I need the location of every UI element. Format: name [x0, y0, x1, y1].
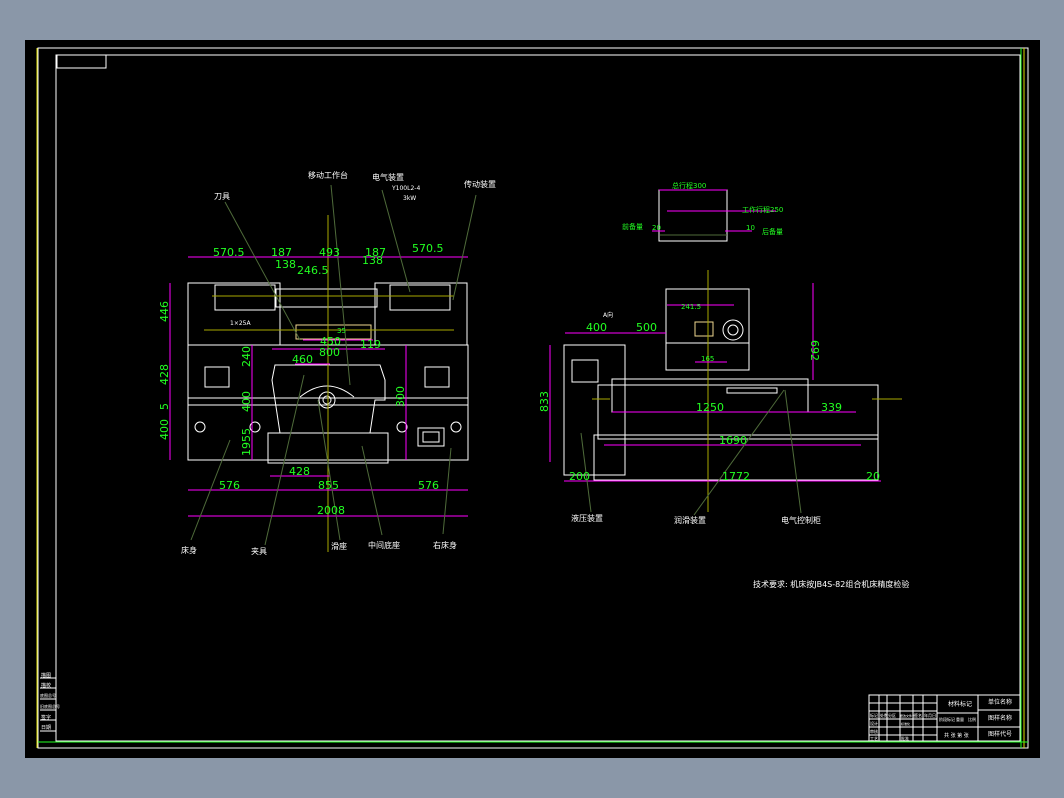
label-work-stroke: 工作行程250	[742, 205, 783, 214]
dim-570-left: 570.5	[213, 246, 245, 259]
label-right-bed: 右床身	[433, 540, 457, 550]
dim-400-inner: 400	[240, 391, 253, 412]
dim-1772: 1772	[722, 470, 750, 483]
strip-cell: 旧底图总号	[40, 703, 60, 709]
tb-review: 审核	[870, 728, 878, 734]
dim-493: 493	[319, 246, 340, 259]
label-total-stroke: 总行程300	[672, 181, 706, 190]
dim-35: 35	[337, 327, 346, 335]
label-moving-table: 移动工作台	[308, 170, 348, 180]
strip-cell: 描图	[41, 672, 51, 679]
dim-119: 119	[360, 338, 381, 351]
dim-240: 240	[240, 346, 253, 367]
tb-header: 签名	[914, 712, 922, 718]
dim-692: 692	[808, 340, 821, 361]
label-drive: 传动装置	[464, 179, 496, 189]
label-bed: 床身	[181, 545, 197, 555]
label-spindle: 滑座	[331, 541, 347, 551]
value-front-reserve: 20	[652, 224, 661, 232]
label-electrical: 电气装置	[372, 172, 404, 182]
dim-460: 460	[292, 353, 313, 366]
label-fixture: 夹具	[251, 546, 267, 556]
code-box	[56, 54, 107, 69]
tb-standard: 标准化	[901, 721, 910, 726]
dim-246: 246.5	[297, 264, 329, 277]
dim-138-left: 138	[275, 258, 296, 271]
tb-header: 更改文件号	[900, 713, 915, 718]
tb-stage-mark: 阶段标记	[939, 716, 955, 722]
strip-cell: 签字	[41, 714, 51, 721]
strip-cell: 底图总号	[40, 692, 56, 698]
tb-process: 工艺	[870, 736, 878, 741]
label-hydraulic: 液压装置	[571, 513, 603, 523]
cad-drawing: 刀具 移动工作台 电气装置 Y100L2-4 3kW 传动装置 1×25A 床身…	[36, 47, 1029, 749]
label-motor-power: 3kW	[403, 195, 416, 202]
tb-approve: 批准	[901, 735, 909, 741]
dim-576-left: 576	[219, 479, 240, 492]
dim-165: 165	[701, 355, 714, 363]
technical-requirement-note: 技术要求: 机床按JB4S-82组合机床精度检验	[753, 579, 909, 589]
tb-company: 单位名称	[988, 698, 1012, 706]
dim-1250: 1250	[696, 401, 724, 414]
label-rear-reserve: 后备量	[762, 227, 783, 236]
strip-cell: 日期	[41, 725, 51, 731]
tb-sheets: 共 张 第 张	[944, 732, 969, 739]
dim-446: 446	[158, 301, 171, 322]
dim-800: 800	[319, 346, 340, 359]
tb-material: 材料标记	[948, 700, 972, 708]
dim-339: 339	[821, 401, 842, 414]
value-rear-reserve: 10	[746, 224, 755, 232]
dim-241: 241.5	[681, 303, 701, 311]
label-tool-spec: 1×25A	[230, 320, 251, 327]
dim-1690: 1690	[719, 434, 747, 447]
dim-576-right: 576	[418, 479, 439, 492]
tb-drawing-no: 图样代号	[988, 730, 1012, 738]
dim-570-right: 570.5	[412, 242, 444, 255]
dim-2008: 2008	[317, 504, 345, 517]
dim-428-h: 428	[289, 465, 310, 478]
outer-frame	[37, 47, 1029, 749]
tb-scale: 比例	[968, 716, 976, 722]
side-view	[549, 189, 902, 516]
strip-cell: 描校	[41, 682, 51, 689]
dim-20: 20	[866, 470, 880, 483]
dim-300: 300	[394, 386, 407, 407]
dim-500-side: 500	[636, 321, 657, 334]
label-cutter: 刀具	[214, 192, 230, 201]
tb-drawing-name: 图样名称	[988, 714, 1012, 722]
tb-header: 处数	[880, 712, 888, 718]
tb-design: 设计	[870, 720, 878, 726]
dim-200: 200	[569, 470, 590, 483]
dim-400-side: 400	[586, 321, 607, 334]
dim-833: 833	[538, 391, 551, 412]
label-control-cabinet: 电气控制柜	[781, 515, 821, 525]
tb-header: 分区	[888, 712, 896, 718]
dim-5: 5	[158, 403, 171, 410]
dim-138-right: 138	[362, 254, 383, 267]
label-front-reserve: 前备量	[622, 222, 643, 231]
drawing-canvas[interactable]: 刀具 移动工作台 电气装置 Y100L2-4 3kW 传动装置 1×25A 床身…	[25, 40, 1040, 758]
dim-1955: 1955	[240, 428, 253, 456]
tb-header: 标记	[870, 712, 878, 718]
label-middle-base: 中间底座	[368, 540, 400, 550]
label-lubrication: 润滑装置	[674, 515, 706, 525]
dim-428-v: 428	[158, 364, 171, 385]
tb-header: 年月日	[924, 712, 936, 718]
label-motor-model: Y100L2-4	[391, 185, 420, 192]
dim-400-v: 400	[158, 419, 171, 440]
front-view	[169, 184, 477, 552]
tb-weight: 重量	[956, 716, 964, 722]
label-view-a: A向	[603, 311, 613, 319]
dim-855: 855	[318, 479, 339, 492]
